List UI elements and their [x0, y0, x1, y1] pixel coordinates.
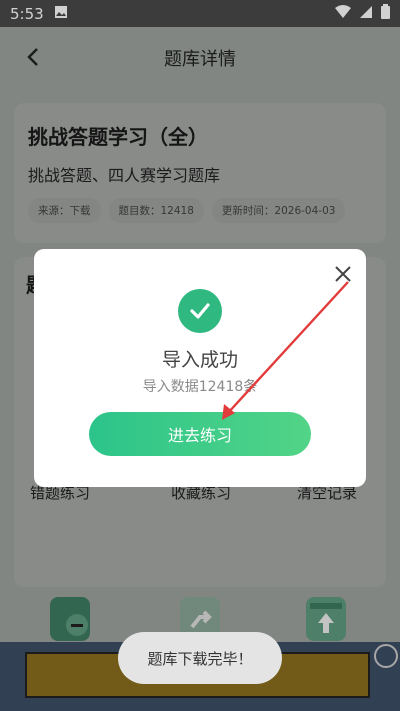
- enter-practice-button[interactable]: 进去练习: [89, 412, 311, 456]
- dialog-title: 导入成功: [161, 349, 238, 371]
- dialog-description: 导入数据12418条: [142, 379, 258, 395]
- success-check-icon: [178, 289, 222, 333]
- download-complete-toast: 题库下载完毕！: [118, 632, 282, 684]
- import-success-dialog: 导入成功 导入数据12418条 进去练习: [34, 249, 366, 487]
- close-icon[interactable]: [334, 265, 352, 283]
